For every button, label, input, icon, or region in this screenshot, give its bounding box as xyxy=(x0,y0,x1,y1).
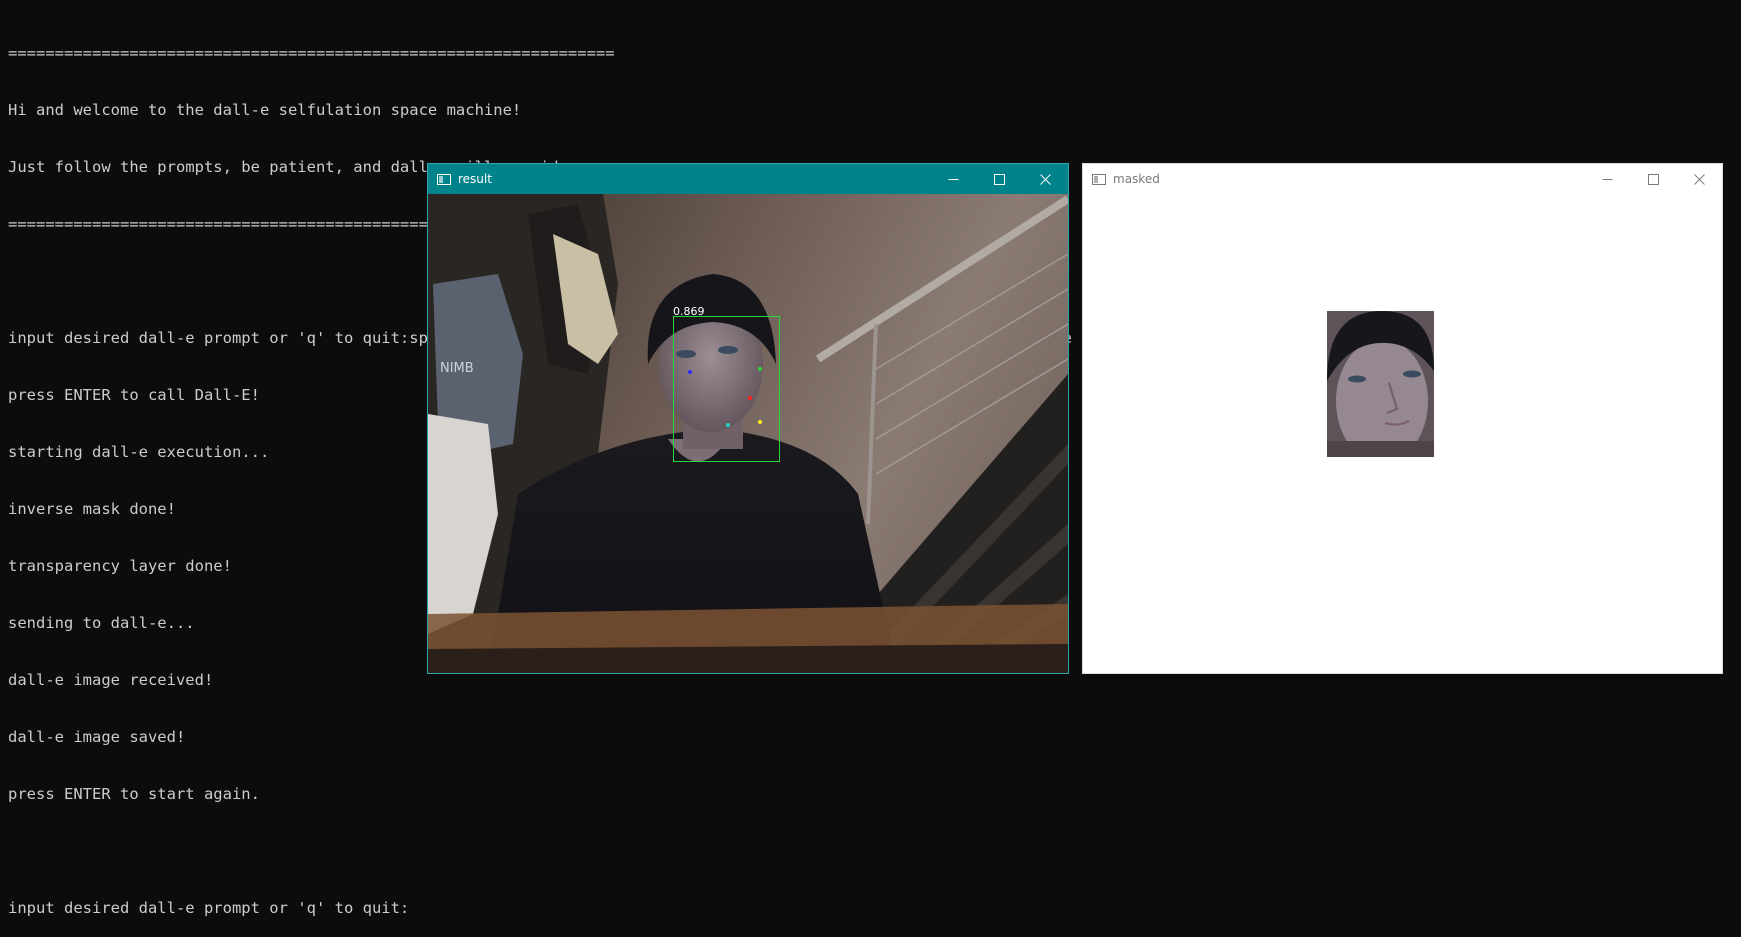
result-titlebar[interactable]: result xyxy=(428,164,1068,194)
console-line: ========================================… xyxy=(8,44,615,62)
app-icon xyxy=(1092,173,1106,185)
landmark-right-eye xyxy=(758,367,762,371)
close-icon xyxy=(1693,173,1705,185)
console-line: press ENTER to start again. xyxy=(8,785,260,803)
close-button[interactable] xyxy=(1676,164,1722,194)
window-title: masked xyxy=(1113,172,1160,186)
app-icon xyxy=(437,173,451,185)
window-title: result xyxy=(458,172,492,186)
close-icon xyxy=(1039,173,1051,185)
landmark-nose xyxy=(748,396,752,400)
console-prompt[interactable]: input desired dall-e prompt or 'q' to qu… xyxy=(8,899,1072,918)
minimize-icon xyxy=(1602,178,1612,180)
landmark-left-eye xyxy=(688,370,692,374)
close-button[interactable] xyxy=(1022,164,1068,194)
maximize-icon xyxy=(993,173,1005,185)
masked-titlebar[interactable]: masked xyxy=(1083,164,1722,194)
maximize-icon xyxy=(1647,173,1659,185)
minimize-button[interactable] xyxy=(930,164,976,194)
landmark-mouth-right xyxy=(758,420,762,424)
webcam-frame: NIMB 0.869 xyxy=(428,194,1068,673)
minimize-icon xyxy=(948,178,958,180)
masked-window[interactable]: masked xyxy=(1082,163,1723,674)
masked-face-crop xyxy=(1327,311,1434,457)
face-crop-image xyxy=(1327,311,1434,457)
svg-text:NIMB: NIMB xyxy=(440,361,474,376)
minimize-button[interactable] xyxy=(1584,164,1630,194)
face-bounding-box xyxy=(673,316,780,462)
maximize-button[interactable] xyxy=(976,164,1022,194)
result-window[interactable]: result NIMB 0.869 xyxy=(427,163,1069,674)
landmark-mouth-left xyxy=(726,423,730,427)
console-line: Hi and welcome to the dall-e selfulation… xyxy=(8,101,522,119)
masked-canvas xyxy=(1083,194,1722,673)
console-line: dall-e image saved! xyxy=(8,728,186,746)
maximize-button[interactable] xyxy=(1630,164,1676,194)
